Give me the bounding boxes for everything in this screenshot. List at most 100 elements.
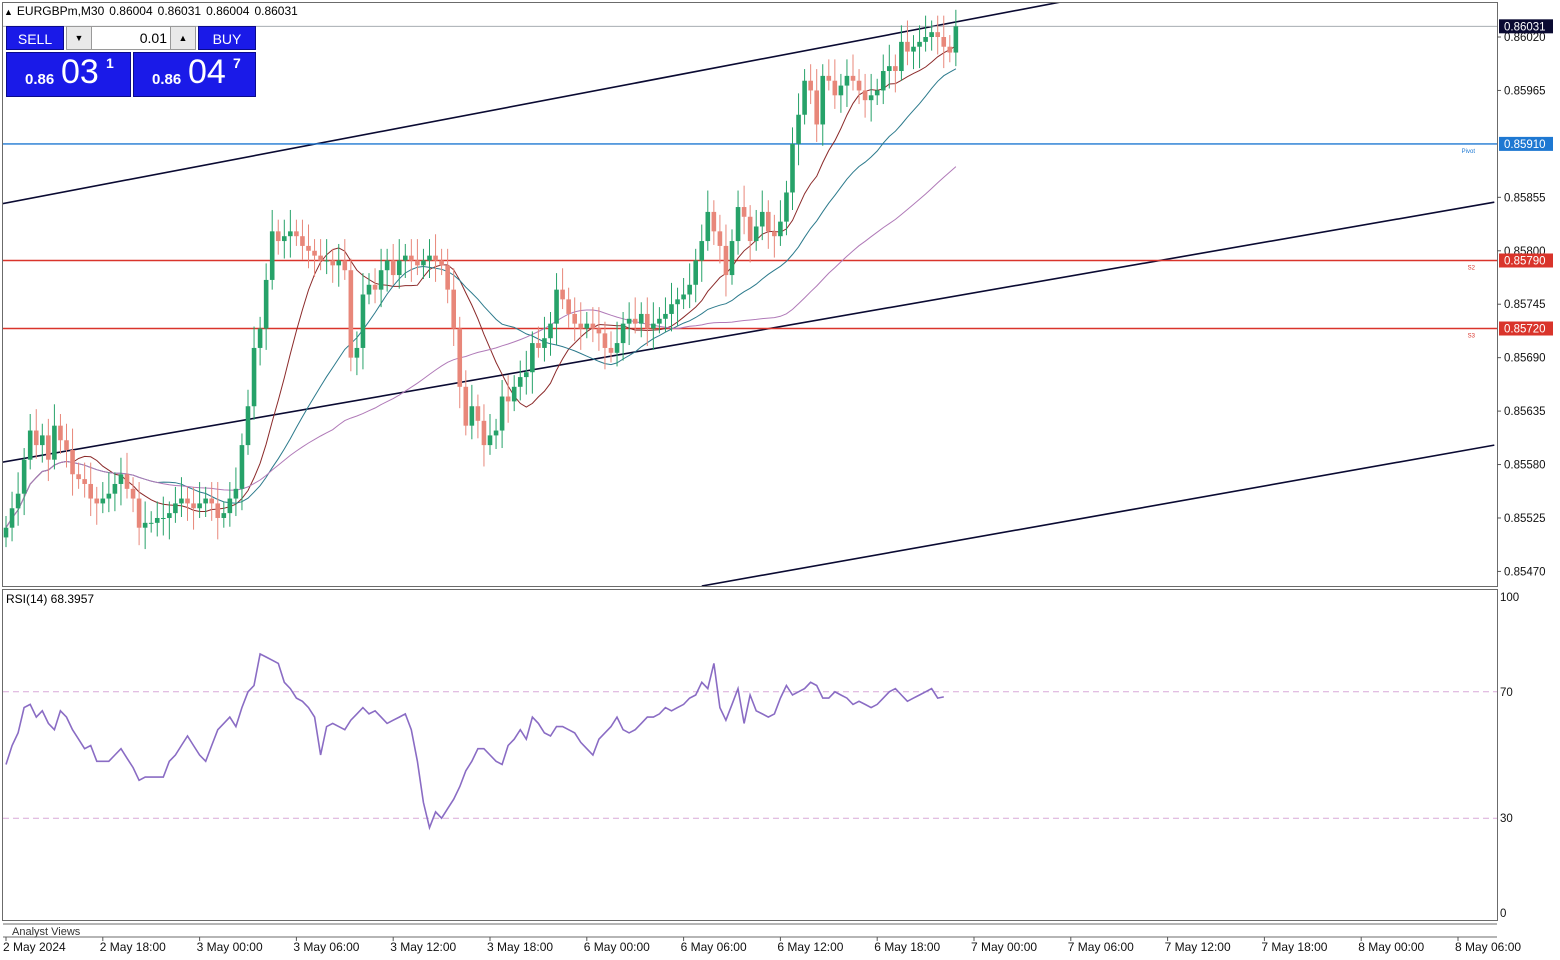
candle-body [354, 347, 360, 358]
candle-body [747, 216, 753, 242]
candle-body [620, 323, 626, 344]
candle [451, 268, 456, 346]
candle-body [808, 80, 813, 91]
time-tick-label: 3 May 18:00 [487, 940, 553, 954]
candle [705, 190, 711, 251]
candle-body [929, 32, 934, 38]
candle-body [324, 260, 329, 262]
analyst-views-label[interactable]: Analyst Views [12, 926, 80, 938]
sell-button[interactable]: SELL [6, 26, 64, 50]
candle-body [15, 493, 21, 509]
candle [874, 78, 880, 106]
candle-body [584, 323, 590, 329]
candle-body [154, 517, 160, 523]
candle-body [814, 90, 819, 125]
candle-body [560, 289, 565, 300]
price-tick-label: 0.85965 [1504, 85, 1546, 97]
candle [608, 331, 614, 363]
candle [808, 64, 813, 105]
candle [112, 472, 118, 512]
sell-quote-button[interactable]: 0.86 03 1 [6, 52, 131, 97]
candle [415, 239, 420, 276]
time-tick-label: 8 May 06:00 [1455, 940, 1521, 954]
buy-price-main: 04 [188, 53, 226, 91]
candle [245, 389, 251, 455]
candle [584, 311, 590, 339]
buy-button[interactable]: BUY [198, 26, 256, 50]
candle-body [753, 226, 759, 242]
candle [747, 205, 753, 263]
candle-body [856, 80, 862, 91]
rsi-tick-label: 70 [1500, 687, 1513, 699]
candle-body [887, 66, 892, 72]
candle [711, 200, 717, 245]
candle [759, 190, 765, 241]
candle [669, 282, 674, 332]
candle [499, 380, 505, 449]
candle [493, 418, 499, 449]
candle [94, 486, 100, 525]
candle [560, 268, 565, 310]
candle [118, 457, 124, 506]
candle [76, 462, 81, 489]
candle [699, 224, 705, 282]
lot-value[interactable]: 0.01 [140, 27, 167, 49]
candle-body [850, 75, 856, 81]
candle-body [3, 527, 9, 538]
candle-body [772, 231, 777, 237]
candle [269, 209, 275, 290]
candle-body [263, 279, 269, 329]
candle-body [784, 192, 789, 222]
candle-body [826, 75, 832, 81]
candle [693, 248, 698, 303]
candle [191, 486, 196, 530]
candle-body [94, 498, 100, 504]
candle [626, 302, 632, 346]
candle [179, 477, 184, 518]
candle-body [778, 221, 783, 237]
candle-body [233, 488, 239, 499]
candle [257, 316, 263, 366]
candle [124, 452, 130, 499]
candle-body [142, 522, 148, 528]
candle [154, 501, 160, 537]
level-tag-pivot: Pivot [1462, 149, 1476, 155]
candlestick-chart[interactable]: PivotS2S30.860200.859650.858550.858000.8… [0, 0, 1560, 960]
candle-body [675, 299, 680, 305]
candle-body [33, 430, 39, 446]
buy-quote-button[interactable]: 0.86 04 7 [133, 52, 256, 97]
candle-body [469, 406, 475, 426]
lot-size-input[interactable]: ▼ 0.01 ▲ [66, 26, 196, 50]
candle-body [487, 435, 493, 446]
candle-body [899, 41, 904, 72]
price-tick-label: 0.85745 [1504, 299, 1546, 311]
candle [935, 15, 940, 55]
level-price-tag-label: 0.85720 [1504, 324, 1546, 336]
close-price: 0.86031 [254, 4, 298, 18]
low-price: 0.86004 [206, 4, 250, 18]
candle [481, 404, 487, 467]
time-tick-label: 6 May 18:00 [874, 940, 940, 954]
candle-body [124, 474, 130, 489]
candle [717, 214, 723, 264]
time-tick-label: 7 May 00:00 [971, 940, 1037, 954]
time-tick-label: 2 May 18:00 [100, 940, 166, 954]
lot-decrease-icon[interactable]: ▼ [67, 27, 92, 49]
candle [645, 297, 650, 346]
candle [27, 414, 33, 470]
candle-body [572, 313, 577, 324]
candle [729, 229, 735, 285]
candle [288, 209, 293, 258]
candle [947, 35, 953, 63]
candle-body [935, 32, 940, 38]
candle-body [409, 255, 414, 261]
lot-increase-icon[interactable]: ▲ [170, 27, 195, 49]
candle [348, 258, 354, 372]
candle-body [209, 498, 214, 504]
candle-body [608, 347, 614, 353]
collapse-triangle-icon[interactable]: ▲ [4, 7, 13, 17]
open-price: 0.86004 [109, 4, 153, 18]
candle-body [645, 313, 650, 329]
candle-body [445, 265, 450, 290]
candle-body [378, 270, 384, 290]
